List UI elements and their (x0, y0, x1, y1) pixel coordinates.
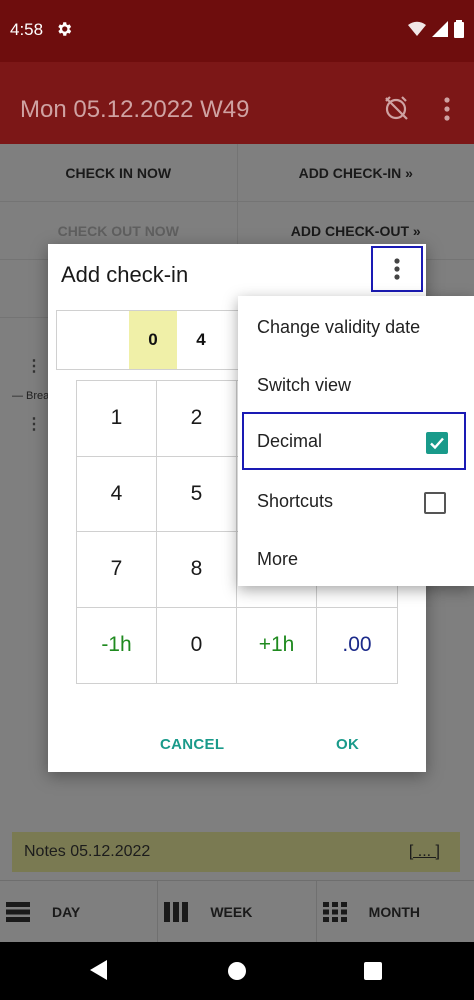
key-minus-1h[interactable]: -1h (77, 607, 157, 683)
notes-bar[interactable]: Notes 05.12.2022 [ ... ] (12, 832, 460, 872)
notes-label: Notes 05.12.2022 (24, 843, 151, 860)
overflow-popup-menu: Change validity date Switch view Decimal… (238, 296, 474, 586)
day-view-icon (6, 901, 30, 922)
tab-day-label: DAY (52, 903, 81, 920)
break-label: — Brea (12, 390, 50, 402)
key-decimal-00[interactable]: .00 (317, 608, 397, 684)
status-time: 4:58 (10, 20, 44, 39)
menu-item-label: Shortcuts (257, 490, 334, 511)
key-plus-1h[interactable]: +1h (237, 607, 317, 683)
menu-item-label: Change validity date (257, 316, 421, 337)
key-5[interactable]: 5 (157, 456, 237, 532)
tab-month-label: MONTH (368, 903, 420, 920)
ok-button[interactable]: OK (336, 736, 359, 753)
menu-item-decimal[interactable]: Decimal (242, 412, 466, 470)
app-bar: Mon 05.12.2022 W49 (0, 62, 474, 144)
key-1[interactable]: 1 (77, 381, 157, 457)
shortcuts-checkbox[interactable] (424, 492, 446, 514)
overflow-menu-icon[interactable] (440, 96, 454, 122)
check-in-now-button[interactable]: CHECK IN NOW (0, 144, 238, 201)
page-title: Mon 05.12.2022 W49 (20, 96, 250, 123)
menu-item-more[interactable]: More (238, 530, 474, 588)
key-8[interactable]: 8 (157, 532, 237, 608)
week-view-icon (164, 901, 189, 922)
tab-week[interactable]: WEEK (158, 881, 317, 942)
cancel-button[interactable]: CANCEL (160, 736, 224, 753)
menu-item-label: Decimal (257, 430, 323, 451)
alarm-off-icon[interactable] (382, 94, 410, 122)
dialog-title: Add check-in (61, 262, 189, 287)
time-digit-active[interactable]: 0 (129, 311, 177, 369)
bottom-nav: DAY WEEK MONTH (0, 880, 474, 942)
menu-item-switch-view[interactable]: Switch view (238, 356, 474, 414)
dialog-overflow-button[interactable] (371, 246, 423, 292)
key-2[interactable]: 2 (157, 381, 237, 457)
recent-apps-icon[interactable] (364, 962, 382, 980)
check-in-row: CHECK IN NOW ADD CHECK-IN » (0, 144, 474, 202)
menu-item-label: More (257, 548, 299, 569)
status-bar: 4:58 (0, 0, 474, 62)
tab-month[interactable]: MONTH (317, 881, 474, 942)
more-vert-icon (394, 258, 400, 280)
entry-menu-icon[interactable]: ⋮ (26, 356, 42, 376)
key-4[interactable]: 4 (77, 456, 157, 532)
month-view-icon (322, 901, 347, 922)
menu-item-shortcuts[interactable]: Shortcuts (238, 472, 474, 530)
key-0[interactable]: 0 (157, 607, 237, 683)
home-icon[interactable] (228, 962, 246, 980)
settings-gear-icon (58, 22, 72, 36)
wifi-icon (408, 21, 426, 36)
back-icon[interactable] (90, 960, 108, 980)
key-7[interactable]: 7 (77, 532, 157, 608)
signal-icon (432, 21, 448, 37)
system-nav-bar (0, 942, 474, 1000)
tab-day[interactable]: DAY (0, 881, 159, 942)
tab-week-label: WEEK (210, 903, 253, 920)
time-digit[interactable]: 4 (177, 311, 225, 369)
decimal-checkbox[interactable] (426, 432, 448, 454)
notes-link[interactable]: [ ... ] (409, 843, 440, 861)
menu-item-change-validity-date[interactable]: Change validity date (238, 298, 474, 356)
menu-item-label: Switch view (257, 374, 352, 395)
check-icon (430, 437, 444, 450)
entry-menu-icon[interactable]: ⋮ (26, 414, 42, 434)
add-check-in-button[interactable]: ADD CHECK-IN » (238, 144, 474, 201)
battery-icon (454, 20, 464, 38)
status-icons (408, 20, 464, 38)
